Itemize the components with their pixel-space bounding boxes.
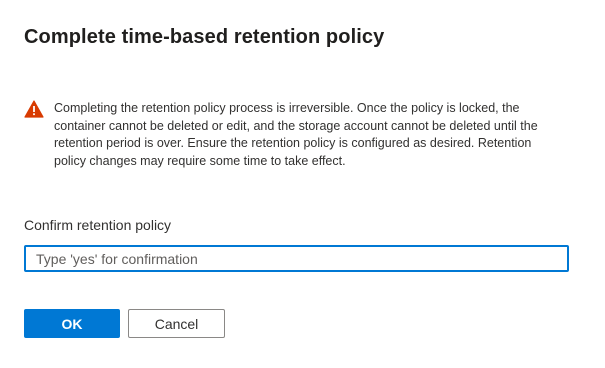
warning-message: Completing the retention policy process … xyxy=(24,100,544,170)
warning-icon xyxy=(24,100,46,120)
retention-policy-dialog: Complete time-based retention policy Com… xyxy=(0,0,605,368)
confirm-retention-input[interactable] xyxy=(24,245,569,272)
warning-text: Completing the retention policy process … xyxy=(54,101,538,168)
dialog-title: Complete time-based retention policy xyxy=(24,26,385,48)
ok-button[interactable]: OK xyxy=(24,309,120,338)
confirm-retention-label: Confirm retention policy xyxy=(24,217,172,233)
cancel-button[interactable]: Cancel xyxy=(128,309,225,338)
